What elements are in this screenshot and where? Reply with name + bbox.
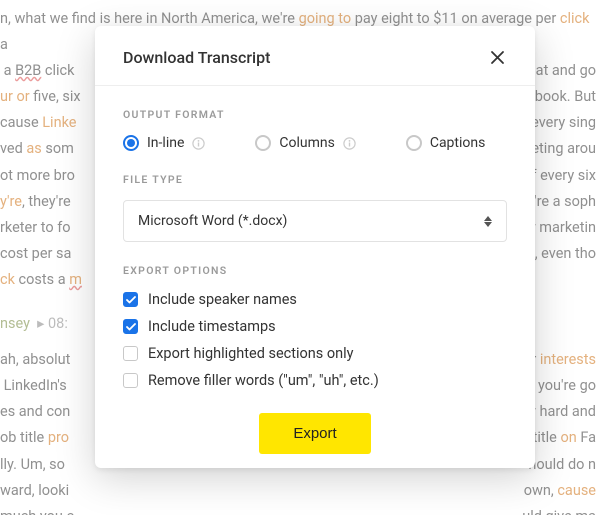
export-options-list: Include speaker names Include timestamps… <box>123 291 507 389</box>
checkbox-speaker-names[interactable]: Include speaker names <box>123 291 507 308</box>
radio-captions[interactable]: Captions <box>406 135 486 151</box>
checkbox-icon <box>123 319 138 334</box>
checkbox-timestamps[interactable]: Include timestamps <box>123 318 507 335</box>
checkbox-label: Export highlighted sections only <box>148 345 354 362</box>
info-icon[interactable] <box>343 137 356 150</box>
radio-label: Captions <box>430 135 486 151</box>
info-icon[interactable] <box>192 137 205 150</box>
radio-label: Columns <box>279 135 334 151</box>
file-type-label: FILE TYPE <box>123 173 507 186</box>
output-format-group: In-line Columns Captions <box>123 135 507 151</box>
export-button[interactable]: Export <box>259 413 370 454</box>
checkbox-icon <box>123 373 138 388</box>
radio-inline[interactable]: In-line <box>123 135 205 151</box>
export-options-label: EXPORT OPTIONS <box>123 264 507 277</box>
checkbox-icon <box>123 346 138 361</box>
checkbox-label: Include speaker names <box>148 291 297 308</box>
modal-title: Download Transcript <box>123 48 270 67</box>
radio-icon <box>406 135 422 151</box>
checkbox-label: Include timestamps <box>148 318 276 335</box>
file-type-value: Microsoft Word (*.docx) <box>138 213 287 229</box>
checkbox-remove-fillers[interactable]: Remove filler words ("um", "uh", etc.) <box>123 372 507 389</box>
radio-icon <box>255 135 271 151</box>
file-type-select[interactable]: Microsoft Word (*.docx) <box>123 200 507 242</box>
select-caret-icon <box>484 216 492 227</box>
checkbox-label: Remove filler words ("um", "uh", etc.) <box>148 372 379 389</box>
close-button[interactable] <box>488 48 507 67</box>
checkbox-highlighted-only[interactable]: Export highlighted sections only <box>123 345 507 362</box>
download-transcript-modal: Download Transcript OUTPUT FORMAT In-lin… <box>95 26 535 468</box>
radio-icon <box>123 135 139 151</box>
radio-columns[interactable]: Columns <box>255 135 355 151</box>
checkbox-icon <box>123 292 138 307</box>
close-icon <box>490 50 505 65</box>
radio-label: In-line <box>147 135 184 151</box>
output-format-label: OUTPUT FORMAT <box>123 108 507 121</box>
